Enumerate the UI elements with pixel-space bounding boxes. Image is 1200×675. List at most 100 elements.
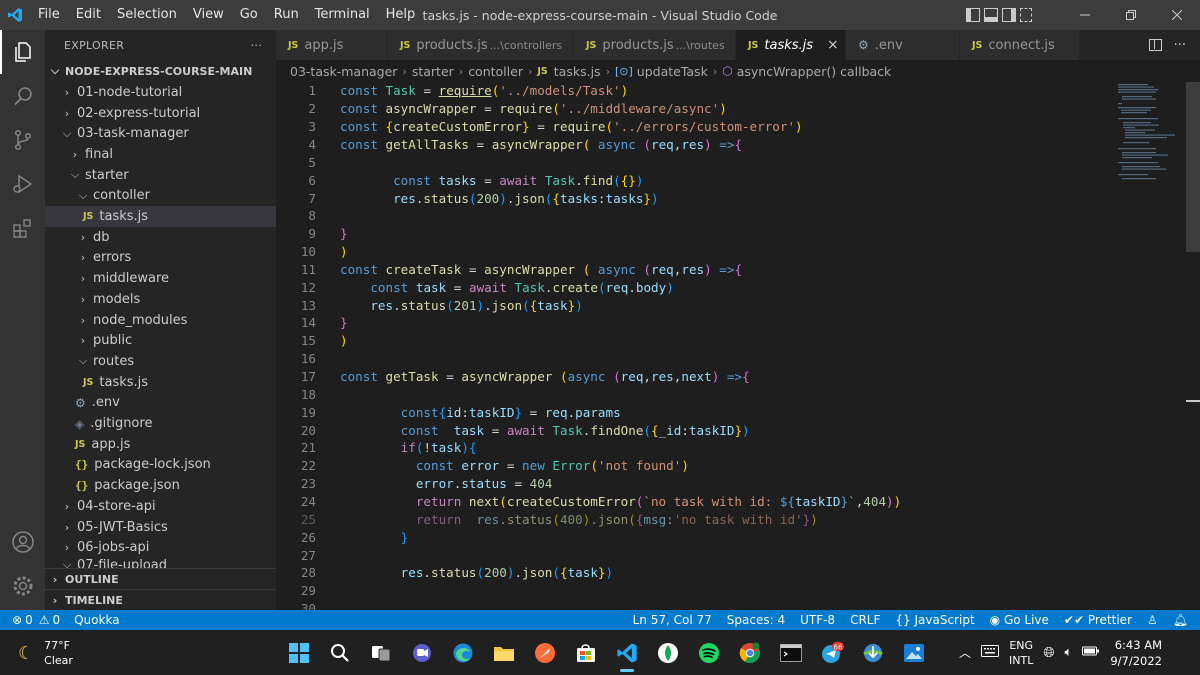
breadcrumb-item[interactable]: tasks.js xyxy=(554,64,601,79)
tree-folder[interactable]: › db xyxy=(45,227,276,248)
breadcrumb-item[interactable]: 03-task-manager xyxy=(290,64,397,79)
network-globe-icon[interactable]: 🌐︎ xyxy=(1043,645,1054,661)
end-of-line[interactable]: CRLF xyxy=(850,613,880,627)
menu-selection[interactable]: Selection xyxy=(109,0,185,30)
tree-folder[interactable]: ⌵ routes xyxy=(45,351,276,372)
tab-tasks-js[interactable]: JS tasks.js × xyxy=(736,30,846,60)
problems-indicator[interactable]: ⊗ 0 ⚠ 0 xyxy=(12,613,60,627)
tree-folder[interactable]: › 02-express-tutorial xyxy=(45,103,276,124)
feedback-icon[interactable]: ♙ xyxy=(1147,613,1158,627)
tree-folder[interactable]: ⌵ contoller xyxy=(45,186,276,207)
show-hidden-icons-chevron-icon[interactable]: ︿ xyxy=(959,644,971,661)
task-view-icon[interactable] xyxy=(360,630,401,675)
spotify-icon[interactable] xyxy=(688,630,729,675)
tree-folder[interactable]: › public xyxy=(45,330,276,351)
tree-file[interactable]: ⚙ .env xyxy=(45,393,276,414)
tree-folder[interactable]: › 04-store-api xyxy=(45,496,276,517)
code-editor[interactable]: 1 const Task = require('../models/Task') … xyxy=(276,82,1200,610)
tree-folder[interactable]: › 01-node-tutorial xyxy=(45,82,276,103)
microsoft-store-icon[interactable] xyxy=(565,630,606,675)
source-control-icon[interactable] xyxy=(0,118,45,162)
tab-env[interactable]: ⚙ .env xyxy=(846,30,960,60)
touch-keyboard-icon[interactable] xyxy=(981,645,999,660)
split-editor-icon[interactable] xyxy=(1148,39,1162,51)
tree-folder[interactable]: › models xyxy=(45,289,276,310)
quokka-status[interactable]: Quokka xyxy=(74,613,119,627)
tree-folder[interactable]: › errors xyxy=(45,248,276,269)
tab-products-routes[interactable]: JS products.js ...\routes xyxy=(574,30,736,60)
toggle-panel-icon[interactable] xyxy=(984,8,998,22)
breadcrumb-item[interactable]: contoller xyxy=(468,64,523,79)
tree-folder[interactable]: › 05-JWT-Basics xyxy=(45,517,276,538)
indentation[interactable]: Spaces: 4 xyxy=(727,613,785,627)
windows-start-icon[interactable] xyxy=(278,630,319,675)
toggle-sidebar-icon[interactable] xyxy=(966,8,980,22)
tree-folder[interactable]: ⌵ starter xyxy=(45,165,276,186)
input-language[interactable]: ENG INTL xyxy=(1009,638,1033,668)
go-live-button[interactable]: ◉ Go Live xyxy=(990,613,1049,627)
menu-view[interactable]: View xyxy=(185,0,232,30)
tree-folder[interactable]: › final xyxy=(45,144,276,165)
menu-edit[interactable]: Edit xyxy=(68,0,109,30)
explorer-icon[interactable] xyxy=(0,30,45,74)
tree-folder[interactable]: ⌵ 03-task-manager xyxy=(45,123,276,144)
tab-app-js[interactable]: JS app.js xyxy=(276,30,388,60)
weather-widget[interactable]: ☾ 77°F Clear xyxy=(18,638,73,668)
tree-file[interactable]: {} package.json xyxy=(45,475,276,496)
editor-scrollbar[interactable] xyxy=(1186,82,1200,610)
timeline-section[interactable]: › TIMELINE xyxy=(45,589,276,610)
minimize-button[interactable] xyxy=(1062,0,1108,30)
cursor-position[interactable]: Ln 57, Col 77 xyxy=(633,613,712,627)
outline-section[interactable]: › OUTLINE xyxy=(45,568,276,589)
tree-file[interactable]: {} package-lock.json xyxy=(45,455,276,476)
extensions-icon[interactable] xyxy=(0,206,45,250)
menu-run[interactable]: Run xyxy=(266,0,307,30)
menu-go[interactable]: Go xyxy=(232,0,266,30)
explorer-more-icon[interactable]: ··· xyxy=(251,39,262,52)
prettier-status[interactable]: ✔✔ Prettier xyxy=(1064,613,1132,627)
edge-browser-icon[interactable] xyxy=(442,630,483,675)
tree-file-selected[interactable]: JS tasks.js xyxy=(45,206,276,227)
workspace-root[interactable]: ⌵ NODE-EXPRESS-COURSE-MAIN xyxy=(45,61,276,82)
close-tab-icon[interactable]: × xyxy=(827,37,839,53)
manage-gear-icon[interactable] xyxy=(0,564,45,608)
internet-download-manager-icon[interactable] xyxy=(852,630,893,675)
menu-file[interactable]: File xyxy=(30,0,68,30)
minimap[interactable] xyxy=(1116,82,1186,192)
run-debug-icon[interactable] xyxy=(0,162,45,206)
restore-button[interactable] xyxy=(1108,0,1154,30)
menu-help[interactable]: Help xyxy=(378,0,424,30)
breadcrumb-item[interactable]: updateTask xyxy=(637,64,708,79)
chrome-icon[interactable] xyxy=(729,630,770,675)
more-actions-icon[interactable]: ··· xyxy=(1174,38,1186,53)
mongodb-compass-icon[interactable] xyxy=(647,630,688,675)
taskbar-search-icon[interactable] xyxy=(319,630,360,675)
scrollbar-thumb[interactable] xyxy=(1186,82,1200,252)
toggle-secondary-sidebar-icon[interactable] xyxy=(1002,8,1016,22)
tree-file[interactable]: ◈ .gitignore xyxy=(45,413,276,434)
vscode-taskbar-icon[interactable] xyxy=(606,630,647,675)
volume-speaker-icon[interactable]: 🔈︎ xyxy=(1065,645,1073,660)
close-window-button[interactable] xyxy=(1154,0,1200,30)
photos-icon[interactable] xyxy=(893,630,934,675)
file-explorer-icon[interactable] xyxy=(483,630,524,675)
breadcrumb-item[interactable]: starter xyxy=(412,64,454,79)
system-clock[interactable]: 6:43 AM 9/7/2022 xyxy=(1110,637,1162,669)
telegram-icon[interactable]: 66 xyxy=(811,630,852,675)
tree-folder[interactable]: › node_modules xyxy=(45,310,276,331)
tree-file[interactable]: JS tasks.js xyxy=(45,372,276,393)
teams-chat-icon[interactable] xyxy=(401,630,442,675)
search-icon[interactable] xyxy=(0,74,45,118)
tab-connect-js[interactable]: JS connect.js xyxy=(960,30,1080,60)
terminal-icon[interactable] xyxy=(770,630,811,675)
tree-folder[interactable]: › 06-jobs-api xyxy=(45,537,276,558)
encoding[interactable]: UTF-8 xyxy=(800,613,835,627)
breadcrumb-item[interactable]: asyncWrapper() callback xyxy=(737,64,892,79)
tree-file[interactable]: JS app.js xyxy=(45,434,276,455)
account-icon[interactable] xyxy=(0,520,45,564)
tree-folder[interactable]: ⌵ 07-file-upload xyxy=(45,558,276,568)
customize-layout-icon[interactable] xyxy=(1020,8,1032,22)
tree-folder[interactable]: › middleware xyxy=(45,268,276,289)
notifications-bell-icon[interactable]: 🔔︎ xyxy=(1173,613,1188,627)
menu-terminal[interactable]: Terminal xyxy=(307,0,378,30)
